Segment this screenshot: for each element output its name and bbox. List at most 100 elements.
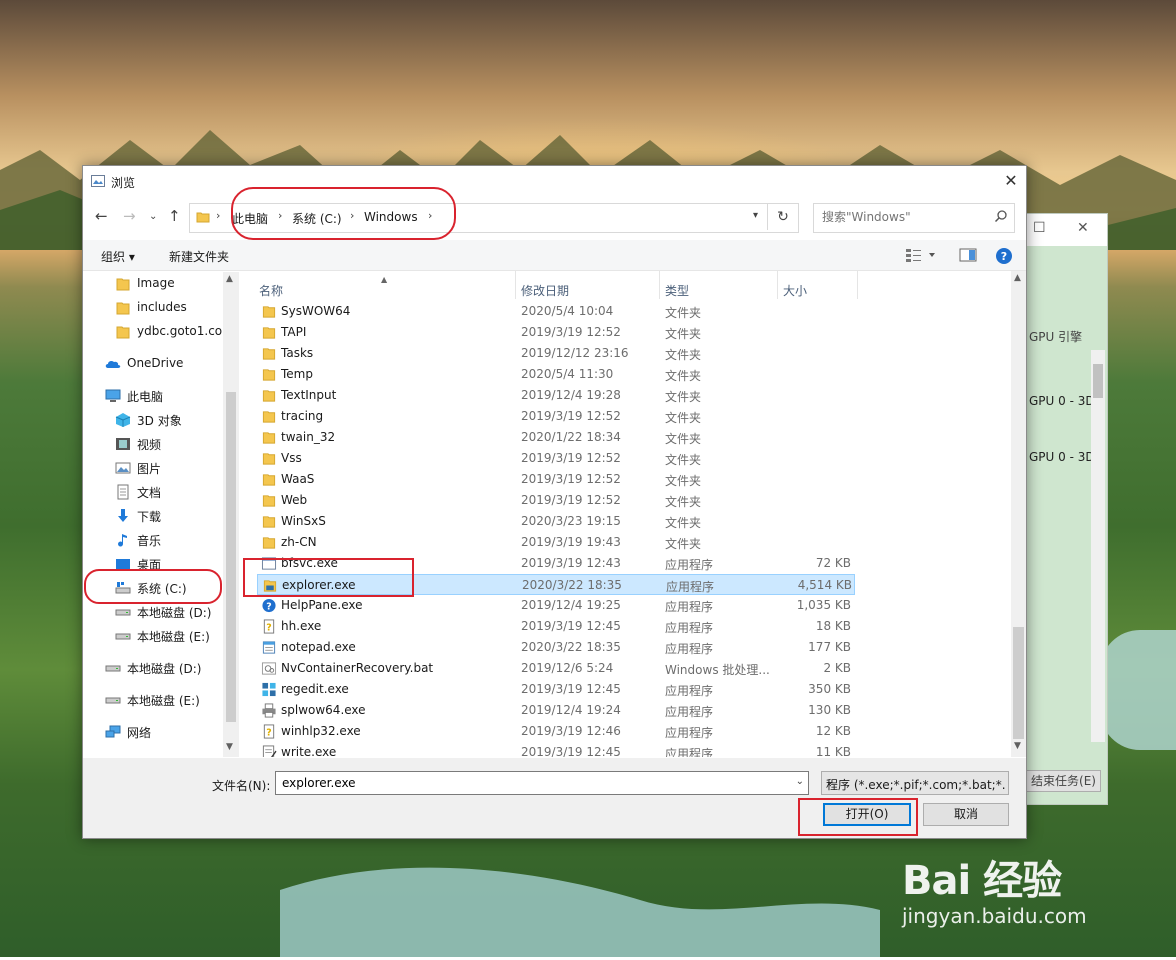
column-divider[interactable] (857, 271, 858, 299)
organize-button[interactable]: 组织 ▾ (101, 248, 135, 265)
svg-text:?: ? (1001, 250, 1007, 263)
file-row[interactable]: Tasks 2019/12/12 23:16 文件夹 (257, 343, 855, 364)
end-task-button[interactable]: 结束任务(E) (1025, 770, 1101, 792)
chevron-down-icon[interactable]: ⌄ (796, 776, 804, 787)
column-header-date[interactable]: 修改日期 (515, 275, 659, 301)
file-row[interactable]: TAPI 2019/3/19 12:52 文件夹 (257, 322, 855, 343)
nav-item-label: 桌面 (137, 558, 162, 572)
river-right (1100, 630, 1176, 750)
file-size: 1,035 KB (796, 598, 851, 612)
task-manager-scrollbar[interactable] (1091, 350, 1105, 742)
file-row[interactable]: bfsvc.exe 2019/3/19 12:43 应用程序 72 KB (257, 553, 855, 574)
file-row[interactable]: WaaS 2019/3/19 12:52 文件夹 (257, 469, 855, 490)
nav-item-label: 此电脑 (127, 390, 164, 404)
file-name: HelpPane.exe (281, 598, 363, 612)
file-name: bfsvc.exe (281, 556, 338, 570)
chevron-down-icon[interactable]: ⌄ (826, 776, 1004, 787)
folder-icon (262, 516, 276, 528)
column-header-label: 大小 (783, 284, 808, 298)
file-name: Tasks (281, 346, 314, 360)
search-input[interactable] (820, 209, 984, 225)
file-row[interactable]: SysWOW64 2020/5/4 10:04 文件夹 (257, 301, 855, 322)
file-type: 文件夹 (665, 327, 702, 341)
file-row[interactable]: NvContainerRecovery.bat 2019/12/6 5:24 Win… (257, 658, 855, 679)
column-header-type[interactable]: 类型 (659, 275, 777, 301)
file-date: 2020/3/23 19:15 (521, 514, 621, 528)
file-size: 12 KB (815, 724, 851, 738)
address-bar[interactable]: › 此电脑 › 系统 (C:) › Windows › ▾ (189, 203, 799, 233)
up-arrow-icon[interactable]: ↑ (168, 207, 181, 225)
file-row[interactable]: write.exe 2019/3/19 12:45 应用程序 11 KB (257, 742, 855, 757)
file-row[interactable]: splwow64.exe 2019/12/4 19:24 应用程序 130 KB (257, 700, 855, 721)
forward-arrow-icon[interactable]: → (123, 207, 136, 225)
chevron-down-icon[interactable]: ▾ (753, 210, 758, 221)
scroll-down-icon[interactable]: ▼ (1014, 741, 1021, 751)
recent-locations-icon[interactable]: ⌄ (149, 211, 157, 222)
refresh-button[interactable]: ↻ (767, 204, 798, 230)
file-row[interactable]: tracing 2019/3/19 12:52 文件夹 (257, 406, 855, 427)
file-type: 文件夹 (665, 306, 702, 320)
column-header-size[interactable]: 大小 (777, 275, 857, 301)
scroll-down-icon[interactable]: ▼ (226, 742, 233, 752)
file-row[interactable]: TextInput 2019/12/4 19:28 文件夹 (257, 385, 855, 406)
back-arrow-icon[interactable]: ← (95, 207, 108, 225)
scrollbar-thumb[interactable] (226, 392, 236, 722)
file-type: 文件夹 (665, 348, 702, 362)
file-row[interactable]: Web 2019/3/19 12:52 文件夹 (257, 490, 855, 511)
view-options-icon[interactable] (905, 247, 939, 263)
file-row[interactable]: ? hh.exe 2019/3/19 12:45 应用程序 18 KB (257, 616, 855, 637)
maximize-icon[interactable]: ☐ (1033, 220, 1046, 236)
gpu-engine-header[interactable]: GPU 引擎 (1029, 328, 1082, 345)
scrollbar-thumb[interactable] (1013, 627, 1024, 739)
file-row[interactable]: Vss 2019/3/19 12:52 文件夹 (257, 448, 855, 469)
close-icon[interactable]: ✕ (1077, 220, 1089, 236)
file-row[interactable]: explorer.exe 2020/3/22 18:35 应用程序 4,514 KB (257, 574, 855, 595)
chevron-right-icon[interactable]: › (350, 209, 354, 222)
file-row[interactable]: twain_32 2020/1/22 18:34 文件夹 (257, 427, 855, 448)
file-name: NvContainerRecovery.bat (281, 661, 434, 675)
folder-icon (116, 278, 130, 291)
help-file-icon: ? (263, 619, 275, 634)
file-row[interactable]: notepad.exe 2020/3/22 18:35 应用程序 177 KB (257, 637, 855, 658)
new-folder-button[interactable]: 新建文件夹 (169, 248, 229, 265)
file-row[interactable]: WinSxS 2020/3/23 19:15 文件夹 (257, 511, 855, 532)
nav-item-label: 系统 (C:) (137, 582, 187, 596)
search-icon[interactable] (994, 209, 1008, 223)
column-header-name[interactable]: ▲ 名称 (253, 275, 515, 301)
navigation-pane-scrollbar[interactable]: ▲ ▼ (223, 272, 239, 757)
file-row[interactable]: zh-CN 2019/3/19 19:43 文件夹 (257, 532, 855, 553)
file-date: 2019/3/19 12:52 (521, 451, 621, 465)
help-file-icon: ? (263, 724, 275, 739)
scroll-up-icon[interactable]: ▲ (1014, 273, 1021, 283)
filename-combobox[interactable]: ⌄ (275, 771, 809, 795)
folder-icon (116, 326, 130, 339)
breadcrumb-windows[interactable]: Windows (364, 210, 418, 224)
folder-icon (262, 306, 276, 318)
file-row[interactable]: regedit.exe 2019/3/19 12:45 应用程序 350 KB (257, 679, 855, 700)
open-button[interactable]: 打开(O) (823, 803, 911, 826)
file-name: notepad.exe (281, 640, 356, 654)
close-button[interactable]: ✕ (996, 166, 1026, 196)
scroll-up-icon[interactable]: ▲ (226, 274, 233, 284)
filetype-select[interactable]: 程序 (*.exe;*.pif;*.com;*.bat;*. ⌄ (821, 771, 1009, 795)
file-row[interactable]: Temp 2020/5/4 11:30 文件夹 (257, 364, 855, 385)
folder-icon (196, 212, 210, 223)
breadcrumb-this-pc[interactable]: 此电脑 (232, 210, 268, 227)
preview-pane-icon[interactable] (959, 247, 977, 263)
filename-input[interactable] (280, 775, 784, 791)
breadcrumb-system-c[interactable]: 系统 (C:) (292, 210, 342, 227)
svg-text:?: ? (266, 727, 271, 738)
file-name: SysWOW64 (281, 304, 351, 318)
folder-icon (262, 537, 276, 549)
file-list-scrollbar[interactable]: ▲ ▼ (1011, 271, 1026, 757)
3d-objects-icon (115, 413, 131, 427)
cancel-button[interactable]: 取消 (923, 803, 1009, 826)
file-row[interactable]: ? winhlp32.exe 2019/3/19 12:46 应用程序 12 KB (257, 721, 855, 742)
file-date: 2019/3/19 12:46 (521, 724, 621, 738)
chevron-right-icon[interactable]: › (428, 209, 432, 222)
file-row[interactable]: ? HelpPane.exe 2019/12/4 19:25 应用程序 1,035 KB (257, 595, 855, 616)
search-box[interactable] (813, 203, 1015, 233)
help-icon[interactable]: ? (995, 247, 1013, 265)
chevron-right-icon[interactable]: › (216, 209, 220, 222)
chevron-right-icon[interactable]: › (278, 209, 282, 222)
